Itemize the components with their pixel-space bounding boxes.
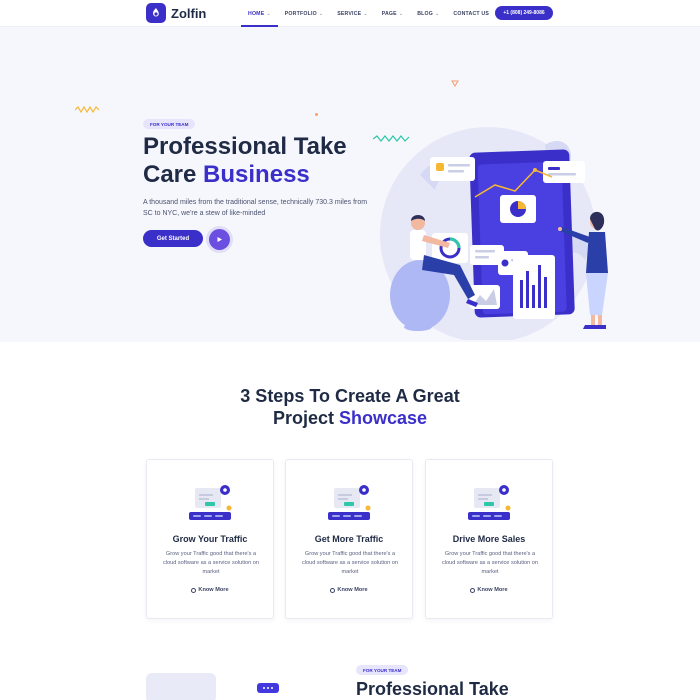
play-icon [217,237,222,242]
get-started-button[interactable]: Get Started [143,230,203,247]
nav-item-home[interactable]: HOME ⌄ [241,0,278,27]
play-video-button[interactable] [209,229,230,250]
card-description: Grow your Traffic good that there's a cl… [162,551,260,575]
card-description: Grow your Traffic good that there's a cl… [301,551,399,575]
hero-title-line2: Care Business [143,161,383,189]
steps-title: 3 Steps To Create A Great Project Showca… [0,385,700,429]
chevron-down-icon: ⌄ [318,10,324,17]
section-tag: FOR YOUR TEAM [356,665,409,675]
nav-item-page[interactable]: PAGE ⌄ [375,0,411,27]
nav-label: PAGE [381,10,397,17]
section-title: Professional Take [356,679,509,699]
chevron-down-icon: ⌄ [266,10,271,17]
info-icon [330,587,336,593]
main-menu: HOME ⌄ PORTFOLIO ⌄ SERVICE ⌄ PAGE ⌄ BLOG ⌄ CO… [241,0,496,27]
hero-section: FOR YOUR TEAM Professional Take Care Bus… [0,27,700,342]
info-icon [470,587,476,593]
dashboard-illustration-icon [328,485,371,520]
card-title: Grow Your Traffic [172,534,248,544]
nav-label: BLOG [417,10,434,17]
steps-title-plain: Project [272,408,339,428]
nav-label: CONTACT US [453,10,490,17]
chevron-down-icon: ⌄ [435,10,440,17]
know-more-label: Know More [198,587,229,593]
triangle-decoration [451,80,459,87]
dot-decoration [315,113,318,116]
step-card: Drive More Sales Grow your Traffic good … [425,459,553,619]
card-title: Get More Traffic [314,534,384,544]
steps-title-line1: 3 Steps To Create A Great [240,386,460,406]
steps-title-accent: Showcase [338,408,428,428]
know-more-link[interactable]: Know More [426,587,552,593]
step-card: Grow Your Traffic Grow your Traffic good… [146,459,274,619]
know-more-link[interactable]: Know More [147,587,273,593]
top-navbar: Zolfin HOME ⌄ PORTFOLIO ⌄ SERVICE ⌄ PAGE ⌄ B… [0,0,700,27]
hero-title-plain: Care [143,161,204,188]
dashboard-illustration-icon [468,485,511,520]
know-more-link[interactable]: Know More [286,587,412,593]
nav-item-portfolio[interactable]: PORTFOLIO ⌄ [278,0,330,27]
nav-label: SERVICE [337,10,362,17]
nav-item-contact[interactable]: CONTACT US [446,0,496,27]
chevron-down-icon: ⌄ [363,10,368,17]
hero-title: Professional Take Care Business [143,133,383,189]
logo-icon [146,3,166,23]
chat-bubble-icon [257,683,279,693]
card-title: Drive More Sales [452,534,526,544]
nav-label: PORTFOLIO [284,10,317,17]
step-card: Get More Traffic Grow your Traffic good … [285,459,413,619]
hero-illustration [380,127,608,340]
steps-title-line2: Project Showcase [0,407,700,429]
hero-description: A thousand miles from the traditional se… [143,199,368,217]
chevron-down-icon: ⌄ [398,10,404,17]
know-more-label: Know More [477,587,508,593]
section-illustration [146,673,216,700]
hero-title-line1: Professional Take [143,133,347,160]
nav-item-blog[interactable]: BLOG ⌄ [410,0,446,27]
logo[interactable]: Zolfin [146,3,206,23]
nav-item-service[interactable]: SERVICE ⌄ [330,0,374,27]
hero-tag: FOR YOUR TEAM [143,119,196,129]
info-icon [191,587,197,593]
hero-title-accent: Business [203,161,310,188]
nav-label: HOME [248,10,265,17]
phone-button[interactable]: +1 (808) 249-8086 [495,6,553,20]
brand-name: Zolfin [171,5,207,21]
squiggle-decoration [75,106,99,114]
card-description: Grow your Traffic good that there's a cl… [441,551,539,575]
dashboard-illustration-icon [189,485,232,520]
know-more-label: Know More [337,587,368,593]
